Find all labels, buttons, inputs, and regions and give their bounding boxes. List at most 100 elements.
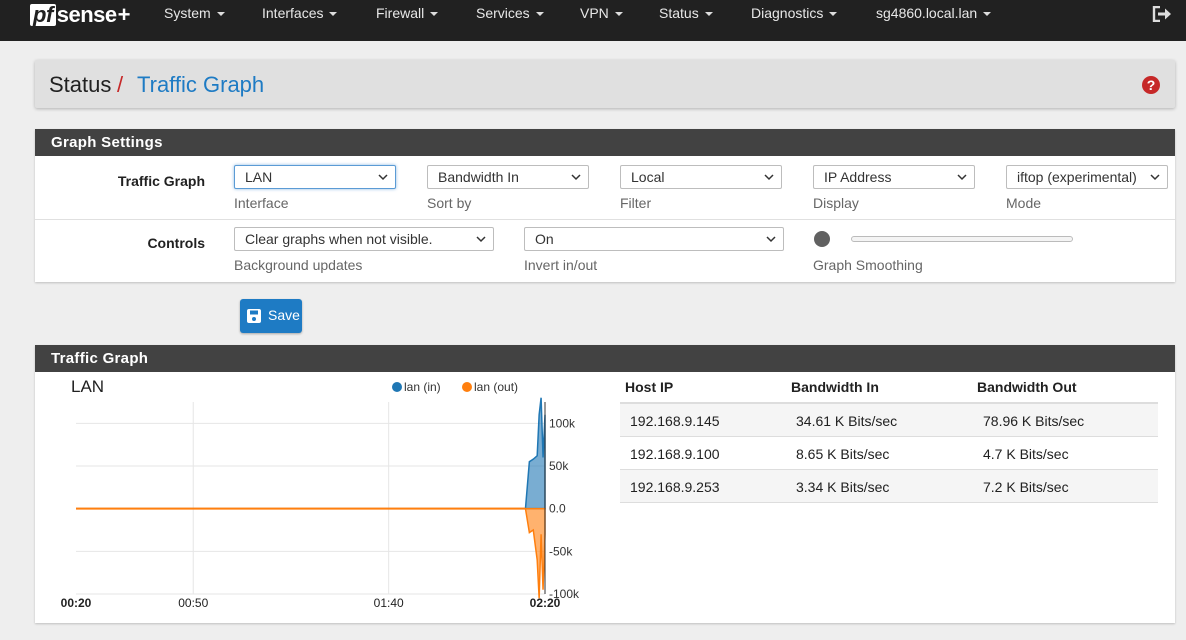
nav-label: sg4860.local.lan [876, 5, 978, 21]
nav-label: System [164, 5, 211, 21]
top-navbar: pf sense+ System Interfaces Firewall Serv… [0, 0, 1186, 41]
x-tick-label: 00:20 [61, 596, 92, 610]
select-value: On [535, 231, 554, 247]
display-select[interactable]: IP Address [813, 165, 975, 189]
nav-hostname[interactable]: sg4860.local.lan [876, 5, 992, 21]
logout-icon[interactable] [1152, 6, 1172, 22]
chart-grid [76, 402, 545, 595]
sort-by-help: Sort by [427, 195, 472, 211]
caret-down-icon [216, 12, 225, 17]
interface-select[interactable]: LAN [234, 165, 396, 189]
invert-select[interactable]: On [524, 227, 784, 251]
invert-help: Invert in/out [524, 257, 598, 273]
cell-bw-out: 4.7 K Bits/sec [983, 446, 1069, 462]
row-divider [35, 219, 1175, 220]
table-row: 192.168.9.253 3.34 K Bits/sec 7.2 K Bits… [620, 470, 1158, 503]
legend-label: lan (in) [404, 380, 441, 394]
interface-help: Interface [234, 195, 289, 211]
panel-title: Graph Settings [35, 129, 1175, 156]
chevron-down-icon [1150, 174, 1160, 181]
nav-label: Status [659, 5, 699, 21]
smoothing-slider-handle[interactable] [814, 231, 830, 247]
column-header-host: Host IP [625, 379, 674, 395]
table-row: 192.168.9.100 8.65 K Bits/sec 4.7 K Bits… [620, 437, 1158, 470]
chevron-down-icon [476, 236, 486, 243]
legend-out[interactable]: lan (out) [462, 380, 518, 394]
x-tick-label: 01:40 [374, 596, 404, 610]
cell-bw-out: 7.2 K Bits/sec [983, 479, 1069, 495]
x-tick-label: 02:20 [530, 596, 561, 610]
smoothing-slider-track[interactable] [851, 236, 1073, 242]
select-value: iftop (experimental) [1017, 169, 1137, 185]
traffic-chart: 100k50k0.0-50k-100k00:20 00:50 01:40 02:20 [61, 397, 580, 610]
table-row: 192.168.9.145 34.61 K Bits/sec 78.96 K B… [620, 404, 1158, 437]
y-tick-label: -50k [549, 544, 573, 558]
nav-services[interactable]: Services [476, 5, 544, 21]
filter-help: Filter [620, 195, 652, 211]
cell-bw-in: 3.34 K Bits/sec [796, 479, 890, 495]
cell-host: 192.168.9.253 [630, 479, 720, 495]
select-value: Clear graphs when not visible. [245, 231, 433, 247]
legend-dot [462, 382, 472, 392]
chevron-down-icon [766, 236, 776, 243]
traffic-graph-panel: Traffic Graph 100k 50k 0.0 -50k -100k 00:20 00… [35, 345, 1175, 623]
caret-down-icon [983, 12, 992, 17]
nav-interfaces[interactable]: Interfaces [262, 5, 338, 21]
caret-down-icon [614, 12, 623, 17]
select-value: IP Address [824, 169, 892, 185]
caret-down-icon [329, 12, 338, 17]
breadcrumb-section[interactable]: Status [49, 72, 111, 98]
breadcrumb-separator: / [117, 72, 124, 97]
floppy-disk-icon [247, 309, 261, 323]
sort-by-select[interactable]: Bandwidth In [427, 165, 589, 189]
save-label: Save [268, 307, 300, 323]
nav-vpn[interactable]: VPN [580, 5, 623, 21]
nav-firewall[interactable]: Firewall [376, 5, 439, 21]
legend-in[interactable]: lan (in) [392, 380, 441, 394]
chevron-down-icon [378, 174, 388, 181]
caret-down-icon [430, 12, 439, 17]
nav-label: VPN [580, 5, 609, 21]
select-value: Bandwidth In [438, 169, 519, 185]
cell-host: 192.168.9.145 [630, 413, 720, 429]
mode-select[interactable]: iftop (experimental) [1006, 165, 1168, 189]
pfsense-logo[interactable]: pf sense+ [30, 2, 131, 27]
legend-label: lan (out) [474, 380, 519, 394]
caret-down-icon [829, 12, 838, 17]
nav-diagnostics[interactable]: Diagnostics [751, 5, 838, 21]
y-tick-label: 50k [549, 459, 569, 473]
chevron-down-icon [957, 174, 967, 181]
display-help: Display [813, 195, 859, 211]
nav-status[interactable]: Status [659, 5, 713, 21]
logo-plus: + [117, 2, 131, 27]
caret-down-icon [704, 12, 713, 17]
nav-label: Firewall [376, 5, 425, 21]
filter-select[interactable]: Local [620, 165, 782, 189]
save-button[interactable]: Save [240, 299, 302, 333]
column-header-bw-out: Bandwidth Out [977, 379, 1077, 395]
y-tick-label: 100k [549, 416, 576, 430]
background-updates-select[interactable]: Clear graphs when not visible. [234, 227, 494, 251]
nav-label: Services [476, 5, 530, 21]
nav-system[interactable]: System [164, 5, 225, 21]
select-value: Local [631, 169, 665, 185]
series-area-lan-out [76, 507, 546, 599]
chevron-down-icon [764, 174, 774, 181]
mode-help: Mode [1006, 195, 1042, 211]
breadcrumb: Status / Traffic Graph ? [35, 60, 1175, 108]
nav-label: Diagnostics [751, 5, 824, 21]
page-title[interactable]: Traffic Graph [137, 72, 264, 98]
background-updates-help: Background updates [234, 257, 363, 273]
help-icon[interactable]: ? [1142, 76, 1160, 94]
logo-pf: pf [30, 4, 56, 26]
smoothing-help: Graph Smoothing [813, 257, 923, 273]
traffic-graph-label: Traffic Graph [117, 173, 205, 189]
cell-host: 192.168.9.100 [630, 446, 720, 462]
select-value: LAN [245, 169, 273, 185]
series-area-lan-in [76, 397, 546, 510]
panel-title: Traffic Graph [35, 345, 1175, 372]
cell-bw-out: 78.96 K Bits/sec [983, 413, 1085, 429]
cell-bw-in: 34.61 K Bits/sec [796, 413, 898, 429]
graph-title: LAN [71, 377, 105, 396]
graph-settings-panel: Graph Settings Traffic Graph LAN Interfa… [35, 129, 1175, 282]
